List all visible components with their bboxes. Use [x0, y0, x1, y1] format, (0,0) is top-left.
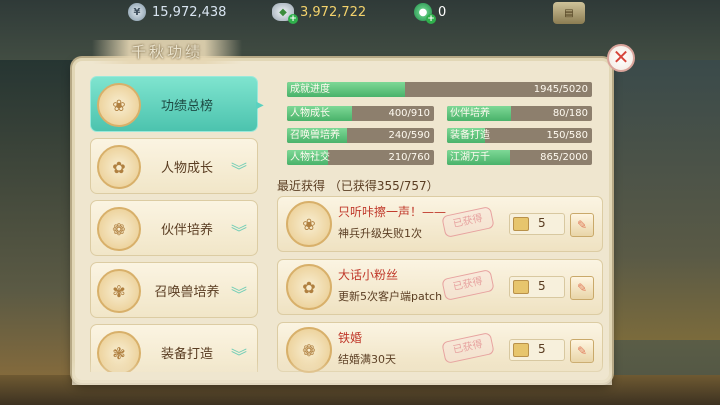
obtained-stamp: 已获得 [441, 269, 495, 301]
reward-box: 5 [509, 213, 565, 235]
progress-value: 210/760 [388, 152, 430, 163]
gold-ingot-icon: ◆ + [272, 3, 298, 24]
nav-item-label: 伙伴培养 [160, 222, 213, 238]
reward-value: 5 [538, 216, 546, 230]
progress-value: 150/580 [546, 130, 588, 141]
nav-item-summon-beast[interactable]: ✾ 召唤兽培养 ︾ [90, 262, 258, 318]
category-progress-bar: 人物成长 400/910 [287, 106, 434, 121]
chevron-down-icon: ︾ [230, 223, 247, 242]
medal-icon: ✿ [286, 264, 332, 310]
reward-box: 5 [509, 339, 565, 361]
panel-title: 千秋功绩 [130, 43, 203, 61]
progress-label: 人物成长 [290, 108, 330, 119]
jade-value: 0 [438, 4, 447, 20]
menu-scroll-icon[interactable]: ▤ [553, 2, 585, 24]
nav-item-partner[interactable]: ❁ 伙伴培养 ︾ [90, 200, 258, 256]
progress-label: 装备打造 [450, 130, 490, 141]
reward-box: 5 [509, 276, 565, 298]
achievement-desc: 神兵升级失败1次 [338, 227, 422, 240]
achievement-title: 只听咔擦一声！—— [338, 205, 447, 219]
category-progress-bar: 装备打造 150/580 [447, 128, 592, 143]
medal-icon: ✾ [97, 269, 141, 313]
gold-value: 3,972,722 [300, 4, 367, 20]
background-scenery-left [0, 60, 80, 390]
share-ticket-icon[interactable]: ✎ [570, 276, 594, 300]
obtained-stamp: 已获得 [441, 206, 495, 238]
nav-item-character-growth[interactable]: ✿ 人物成长 ︾ [90, 138, 258, 194]
category-progress-bar: 人物社交 210/760 [287, 150, 434, 165]
chevron-down-icon: ︾ [230, 285, 247, 304]
achievement-title: 大话小粉丝 [338, 268, 399, 282]
progress-label: 成就进度 [290, 84, 330, 95]
recent-heading: 最近获得 （已获得355/757） [277, 179, 439, 193]
close-button[interactable]: ✕ [607, 44, 635, 72]
nav-item-overall[interactable]: ❀ 功绩总榜 [90, 76, 258, 132]
progress-value: 865/2000 [540, 152, 588, 163]
medal-icon: ❀ [97, 83, 141, 127]
progress-label: 人物社交 [290, 152, 330, 163]
category-progress-bar: 召唤兽培养 240/590 [287, 128, 434, 143]
chevron-down-icon: ︾ [230, 161, 247, 180]
progress-label: 召唤兽培养 [290, 130, 340, 141]
reward-value: 5 [538, 342, 546, 356]
add-gold-icon[interactable]: + [288, 14, 298, 24]
nav-item-label: 人物成长 [160, 160, 213, 176]
panel-bottom-fade [72, 360, 612, 385]
silver-value: 15,972,438 [152, 4, 227, 20]
share-ticket-icon[interactable]: ✎ [570, 213, 594, 237]
reward-chest-icon [513, 343, 529, 357]
silver-currency: ¥ 15,972,438 [128, 3, 226, 21]
currency-bar: ¥ 15,972,438 ◆ + 3,972,722 ● + 0 ▤ [0, 0, 720, 26]
progress-value: 1945/5020 [533, 84, 588, 95]
progress-label: 伙伴培养 [450, 108, 490, 119]
achievement-desc: 更新5次客户端patch [338, 290, 443, 303]
progress-value: 80/180 [552, 108, 588, 119]
progress-value: 400/910 [388, 108, 430, 119]
jade-currency[interactable]: ● + 0 [414, 3, 447, 24]
category-nav: ❀ 功绩总榜 ✿ 人物成长 ︾ ❁ 伙伴培养 ︾ ✾ 召唤兽培养 ︾ ❃ 装备打… [90, 76, 258, 372]
achievement-title: 铁婚 [338, 331, 363, 345]
overall-progress-bar: 成就进度 1945/5020 [287, 82, 592, 97]
category-progress-bar: 伙伴培养 80/180 [447, 106, 592, 121]
add-jade-icon[interactable]: + [426, 14, 436, 24]
reward-chest-icon [513, 280, 529, 294]
active-indicator-arrow-icon: ▶ [256, 100, 264, 111]
nav-item-label: 装备打造 [160, 346, 213, 362]
reward-chest-icon [513, 217, 529, 231]
category-progress-bar: 江湖万千 865/2000 [447, 150, 592, 165]
medal-icon: ❁ [97, 207, 141, 251]
achievement-card[interactable]: ❀ 只听咔擦一声！—— 神兵升级失败1次 已获得 5 ✎ [277, 196, 603, 252]
silver-coin-icon: ¥ [128, 3, 146, 21]
achievement-card[interactable]: ✿ 大话小粉丝 更新5次客户端patch 已获得 5 ✎ [277, 259, 603, 315]
gold-currency[interactable]: ◆ + 3,972,722 [272, 3, 367, 24]
progress-value: 240/590 [388, 130, 430, 141]
progress-label: 江湖万千 [450, 152, 490, 163]
reward-value: 5 [538, 279, 546, 293]
medal-icon: ✿ [97, 145, 141, 189]
jade-icon: ● + [414, 3, 436, 24]
nav-item-label: 功绩总榜 [160, 98, 213, 114]
medal-icon: ❀ [286, 201, 332, 247]
nav-item-label: 召唤兽培养 [154, 284, 220, 300]
